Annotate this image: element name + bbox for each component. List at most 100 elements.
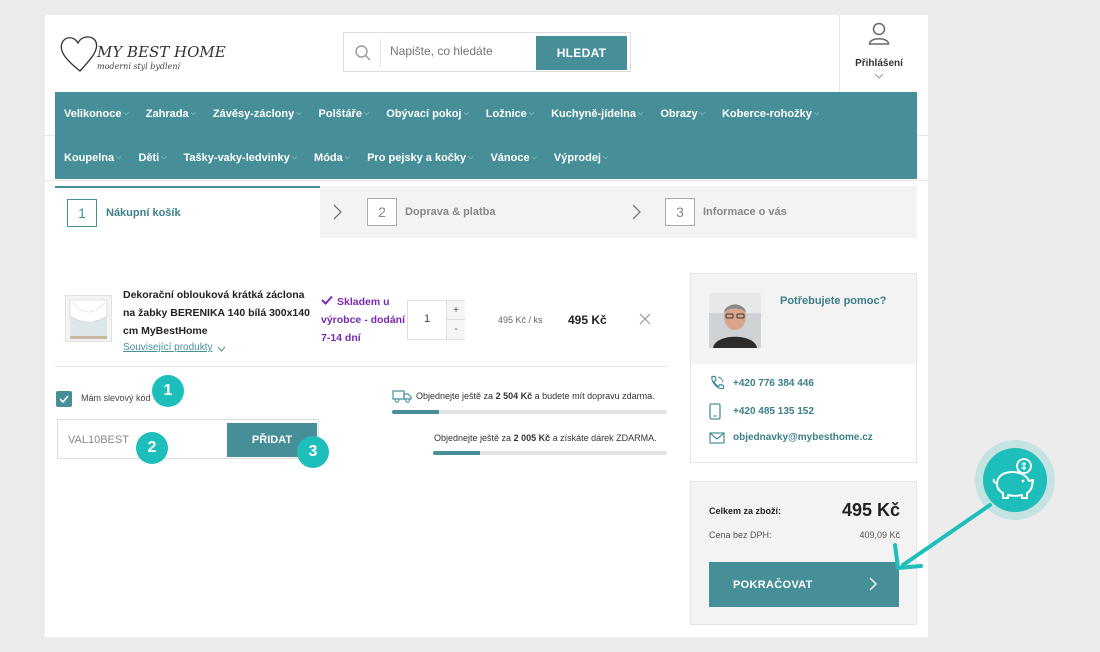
nav-item-label: Koberce-rohožky (721, 108, 812, 120)
chevron-down-icon: ⌵ (344, 154, 351, 161)
nav-item-row2-3[interactable]: Móda ⌵ (305, 152, 358, 164)
gift-text-end: . (654, 433, 657, 443)
search-separator (380, 39, 381, 67)
gift-progress-bar (433, 451, 667, 455)
chevron-down-icon[interactable] (217, 346, 226, 352)
chevron-down-icon: ⌵ (190, 110, 196, 117)
nav-item-row1-4[interactable]: Obývací pokoj ⌵ (377, 108, 477, 120)
chevron-down-icon: ⌵ (161, 154, 167, 161)
chevron-down-icon: ⌵ (699, 110, 705, 117)
continue-label: POKRAČOVAT (733, 578, 813, 591)
quantity-plus-button[interactable]: + (446, 301, 465, 320)
nav-item-row1-8[interactable]: Koberce-rohožky ⌵ (713, 108, 827, 120)
phone-icon (711, 375, 725, 390)
nav-item-row2-5[interactable]: Vánoce ⌵ (481, 152, 544, 164)
step-number: 2 (367, 198, 397, 226)
order-summary: Celkem za zboží: 495 Kč Cena bez DPH: 40… (690, 481, 917, 625)
email-icon (709, 432, 725, 444)
nav-item-row1-5[interactable]: Ložnice ⌵ (477, 108, 542, 120)
phone-link-1[interactable]: +420 776 384 446 (733, 378, 814, 389)
gift-amount: 2 005 Kč (513, 433, 551, 443)
help-box: Potřebujete pomoc? +420 776 384 446 +420… (690, 273, 917, 463)
vat-value: 409,09 Kč (859, 530, 900, 540)
curtain-image (66, 296, 111, 341)
nav-item-label: Pro pejsky a kočky (367, 152, 467, 164)
nav-item-row1-7[interactable]: Obrazy ⌵ (651, 108, 713, 120)
coupon-value: VAL10BEST (68, 434, 129, 446)
row-divider (55, 366, 667, 367)
shipping-progress-bar (392, 410, 667, 414)
avatar (709, 293, 761, 348)
chevron-right-icon (869, 577, 877, 591)
mobile-icon (709, 403, 721, 420)
shipping-amount: 2 504 Kč (495, 391, 533, 401)
free-gift-text: Objednejte ještě za 2 005 Kč a získáte d… (434, 433, 657, 443)
step-label: Nákupní košík (106, 207, 181, 219)
page: MY BEST HOME moderní styl bydlení HLEDAT… (45, 15, 928, 637)
nav-item-label: Obývací pokoj (386, 108, 462, 120)
chevron-down-icon: ⌵ (638, 110, 644, 117)
truck-icon (392, 390, 412, 403)
search-button[interactable]: HLEDAT (536, 36, 627, 70)
coupon-checkbox[interactable] (56, 391, 72, 407)
item-total-price: 495 Kč (568, 313, 607, 327)
chevron-down-icon: ⌵ (468, 154, 474, 161)
nav-item-row2-0[interactable]: Koupelna ⌵ (55, 152, 129, 164)
total-label: Celkem za zboží: (709, 506, 782, 516)
chevron-down-icon: ⌵ (463, 110, 469, 117)
logo-tagline: moderní styl bydlení (97, 62, 181, 71)
checkout-steps: 1 Nákupní košík 2 Doprava & platba 3 Inf… (55, 186, 917, 238)
free-shipping-text: Objednejte ještě za 2 504 Kč a budete mí… (416, 391, 655, 401)
product-name[interactable]: Dekorační oblouková krátká záclona na ža… (123, 286, 313, 340)
login-button[interactable]: Přihlášení (839, 15, 917, 92)
coupon-label: Mám slevový kód (81, 393, 151, 403)
step-number: 1 (67, 199, 97, 227)
close-icon[interactable] (639, 313, 651, 325)
quantity-minus-button[interactable]: - (446, 320, 465, 339)
support-person-image (709, 293, 761, 348)
nav-item-label: Děti (138, 152, 160, 164)
nav-item-row1-2[interactable]: Závěsy-záclony ⌵ (204, 108, 310, 120)
nav-item-row1-0[interactable]: Velikonoce ⌵ (55, 108, 137, 120)
quantity-stepper: 1 + - (407, 300, 465, 340)
chevron-down-icon: ⌵ (528, 110, 535, 117)
quantity-value[interactable]: 1 (408, 313, 446, 325)
logo[interactable]: MY BEST HOME moderní styl bydlení (57, 31, 226, 79)
chevron-down-icon: ⌵ (123, 110, 129, 117)
nav-item-label: Móda (314, 152, 343, 164)
nav-item-row1-6[interactable]: Kuchyně-jídelna ⌵ (542, 108, 651, 120)
gift-text-pre: Objednejte ještě za (434, 433, 514, 443)
nav-item-row2-1[interactable]: Děti ⌵ (129, 152, 174, 164)
nav-item-label: Polštáře (318, 108, 362, 120)
product-thumbnail[interactable] (65, 295, 112, 342)
coupon-field[interactable]: VAL10BEST PŘIDAT (57, 419, 319, 459)
step-cart[interactable]: 1 Nákupní košík (55, 186, 320, 238)
step-number: 3 (665, 198, 695, 226)
related-products-link[interactable]: Související produkty (123, 342, 213, 353)
piggy-bank-badge (983, 448, 1047, 512)
chevron-down-icon: ⌵ (291, 154, 298, 161)
nav-item-row1-3[interactable]: Polštáře ⌵ (310, 108, 378, 120)
nav-item-row2-4[interactable]: Pro pejsky a kočky ⌵ (358, 152, 481, 164)
login-label: Přihlášení (855, 58, 903, 69)
search-icon[interactable] (354, 44, 372, 62)
phone-link-2[interactable]: +420 485 135 152 (733, 406, 814, 417)
nav-item-label: Kuchyně-jídelna (551, 108, 637, 120)
step-label: Informace o vás (703, 206, 787, 218)
continue-button[interactable]: POKRAČOVAT (709, 562, 899, 607)
step-label: Doprava & platba (405, 206, 496, 218)
nav-item-label: Zahrada (145, 108, 189, 120)
chevron-down-icon: ⌵ (813, 110, 820, 117)
nav-item-row1-1[interactable]: Zahrada ⌵ (137, 108, 204, 120)
chevron-down-icon: ⌵ (116, 154, 122, 161)
user-icon (868, 22, 890, 45)
email-link[interactable]: objednavky@mybesthome.cz (733, 432, 873, 443)
logo-text: MY BEST HOME (97, 43, 226, 61)
nav-item-label: Výprodej (553, 152, 601, 164)
search-input[interactable] (390, 44, 530, 58)
nav-divider (45, 180, 928, 181)
total-value: 495 Kč (841, 500, 900, 520)
nav-item-row2-2[interactable]: Tašky-vaky-ledvinky ⌵ (175, 152, 306, 164)
nav-item-label: Tašky-vaky-ledvinky (183, 152, 290, 164)
nav-item-row2-6[interactable]: Výprodej ⌵ (545, 152, 616, 164)
